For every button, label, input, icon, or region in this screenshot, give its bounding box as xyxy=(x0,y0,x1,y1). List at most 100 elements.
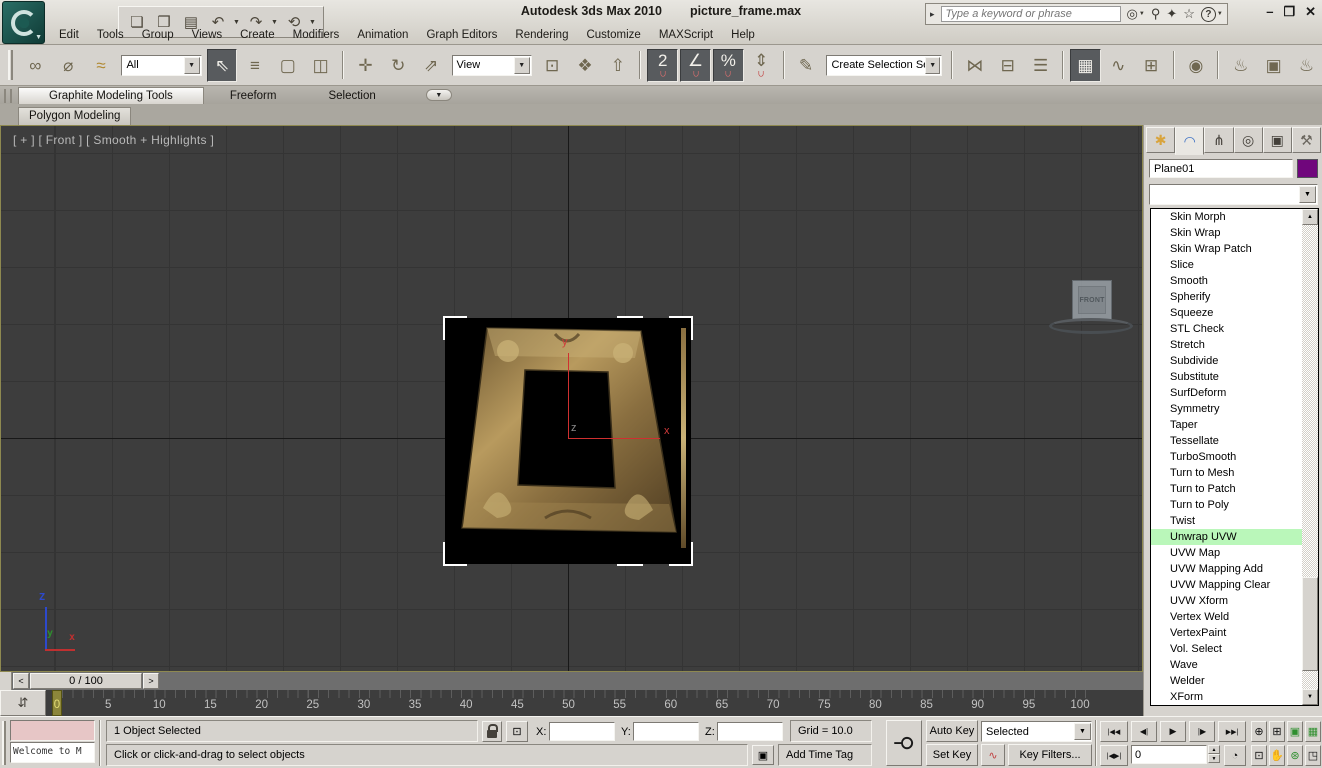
command-panel-tab-hierarchy[interactable]: ⋔ xyxy=(1204,127,1234,153)
unlink-selection-button[interactable]: ⌀ xyxy=(53,49,84,82)
modifier-item[interactable]: UVW Mapping Clear xyxy=(1151,577,1302,593)
select-and-rotate-button[interactable]: ↻ xyxy=(383,49,414,82)
time-configuration-button[interactable]: ◔ xyxy=(1224,745,1246,766)
track-bar[interactable]: 0 5 10 15 20 25 30 35 40 45 50 55 60 65 70 75 80 85 90 95 10… xyxy=(0,690,1143,716)
modifier-list-scrollbar[interactable]: ▲ ▼ xyxy=(1302,209,1318,705)
viewcube[interactable]: FRONT xyxy=(1049,278,1135,340)
macro-recorder-pane[interactable] xyxy=(10,720,95,741)
ribbon-tab-selection[interactable]: Selection xyxy=(302,88,401,104)
go-to-end-button[interactable]: ▶▶| xyxy=(1218,721,1246,742)
zoom-all-button[interactable]: ⊞ xyxy=(1269,721,1285,742)
keyboard-shortcut-override-button[interactable]: ⇧ xyxy=(602,49,633,82)
modifier-item[interactable]: Squeeze xyxy=(1151,305,1302,321)
scroll-down-button[interactable]: ▼ xyxy=(1302,689,1318,705)
modifier-item[interactable]: Turn to Patch xyxy=(1151,481,1302,497)
selection-filter-dropdown[interactable]: All ▼ xyxy=(121,54,202,76)
modifier-item[interactable]: Skin Wrap xyxy=(1151,225,1302,241)
schematic-view-button[interactable]: ⊞ xyxy=(1136,49,1167,82)
next-frame-button[interactable]: |▶ xyxy=(1189,721,1215,742)
rendered-frame-window-button[interactable]: ▣ xyxy=(1258,49,1289,82)
command-panel-tab-utilities[interactable]: ⚒ xyxy=(1291,127,1322,153)
ribbon-grip[interactable] xyxy=(4,89,12,103)
bind-to-space-warp-button[interactable]: ≈ xyxy=(86,49,117,82)
align-button[interactable]: ⊟ xyxy=(992,49,1023,82)
ribbon-minimize-button[interactable]: ▼ xyxy=(425,89,452,101)
select-by-name-button[interactable]: ≡ xyxy=(239,49,270,82)
reference-coordinate-system-dropdown[interactable]: View ▼ xyxy=(451,54,532,76)
zoom-extents-all-button[interactable]: ▦ xyxy=(1305,721,1321,742)
menu-rendering[interactable]: Rendering xyxy=(506,27,577,43)
modifier-item[interactable]: UVW Xform xyxy=(1151,593,1302,609)
object-color-swatch[interactable] xyxy=(1297,159,1318,178)
modifier-item[interactable]: Skin Morph xyxy=(1151,209,1302,225)
modifier-item[interactable]: Welder xyxy=(1151,673,1302,689)
orbit-button[interactable]: ⊛ xyxy=(1287,745,1303,766)
play-button[interactable]: ▶ xyxy=(1160,721,1186,742)
toolbar-grip[interactable] xyxy=(8,50,13,80)
modifier-item[interactable]: VertexPaint xyxy=(1151,625,1302,641)
modifier-item[interactable]: Wave xyxy=(1151,657,1302,673)
menu-modifiers[interactable]: Modifiers xyxy=(284,27,349,43)
curve-editor-button[interactable]: ∿ xyxy=(1103,49,1134,82)
isolate-selection-toggle[interactable]: ▣ xyxy=(752,745,774,765)
percent-snap-toggle-button[interactable]: % ∩ xyxy=(712,48,744,82)
snap-toggle-2d-button[interactable]: 2 ∩ xyxy=(647,48,679,82)
maxscript-mini-listener[interactable]: Welcome to M xyxy=(10,742,95,763)
x-coordinate-field[interactable] xyxy=(549,722,615,741)
modifier-item[interactable]: Substitute xyxy=(1151,369,1302,385)
key-mode-dropdown[interactable]: Selected ▼ xyxy=(981,721,1092,742)
modifier-item[interactable]: XForm xyxy=(1151,689,1302,705)
menu-help[interactable]: Help xyxy=(722,27,764,43)
modifier-item[interactable]: Turn to Mesh xyxy=(1151,465,1302,481)
rectangular-selection-region-button[interactable]: ▢ xyxy=(272,49,303,82)
use-pivot-point-center-button[interactable]: ⊡ xyxy=(537,49,568,82)
modifier-item[interactable]: Symmetry xyxy=(1151,401,1302,417)
angle-snap-toggle-button[interactable]: ∠ ∩ xyxy=(680,48,711,82)
modifier-item[interactable]: Slice xyxy=(1151,257,1302,273)
scroll-up-button[interactable]: ▲ xyxy=(1302,209,1318,225)
help-button[interactable]: ? ▼ xyxy=(1200,6,1223,22)
zoom-extents-button[interactable]: ▣ xyxy=(1287,721,1303,742)
next-frame-arrow[interactable]: > xyxy=(143,673,159,689)
mini-curve-editor-button[interactable]: ⇵ xyxy=(0,690,46,716)
material-editor-button[interactable]: ◉ xyxy=(1181,49,1212,82)
modifier-item[interactable]: Skin Wrap Patch xyxy=(1151,241,1302,257)
window-crossing-toggle-button[interactable]: ◫ xyxy=(305,49,336,82)
communication-center-button[interactable]: ✦ xyxy=(1166,6,1177,22)
minimize-button[interactable]: – xyxy=(1266,4,1273,20)
go-to-start-button[interactable]: |◀◀ xyxy=(1100,721,1128,742)
spinner-down-button[interactable]: ▼ xyxy=(1208,754,1220,763)
tab-polygon-modeling[interactable]: Polygon Modeling xyxy=(18,107,132,125)
modifier-item[interactable]: SurfDeform xyxy=(1151,385,1302,401)
chevron-down-icon[interactable]: ▼ xyxy=(183,56,200,74)
viewcube-front-face[interactable]: FRONT xyxy=(1072,280,1112,320)
modifier-item[interactable]: Subdivide xyxy=(1151,353,1302,369)
pan-button[interactable]: ✋ xyxy=(1269,745,1285,766)
mirror-button[interactable]: ⋈ xyxy=(959,49,990,82)
spinner-up-button[interactable]: ▲ xyxy=(1208,745,1220,754)
infocenter-collapse-icon[interactable]: ▸ xyxy=(930,9,935,20)
subscription-center-button[interactable]: ⚲ xyxy=(1151,6,1161,22)
z-coordinate-field[interactable] xyxy=(717,722,783,741)
render-production-button[interactable]: ♨ xyxy=(1291,49,1322,82)
current-frame-field[interactable] xyxy=(1131,745,1207,764)
spinner-snap-toggle-button[interactable]: ⇕ ∩ xyxy=(746,49,777,82)
restore-button[interactable]: ❐ xyxy=(1283,4,1295,20)
modifier-item[interactable]: UVW Map xyxy=(1151,545,1302,561)
search-button[interactable]: ◎ ▼ xyxy=(1127,6,1145,22)
render-setup-button[interactable]: ♨ xyxy=(1225,49,1256,82)
modifier-item[interactable]: UVW Mapping Add xyxy=(1151,561,1302,577)
select-object-button[interactable]: ⇖ xyxy=(206,48,238,82)
select-and-move-button[interactable]: ✛ xyxy=(350,49,381,82)
chevron-down-icon[interactable]: ▼ xyxy=(925,56,941,74)
key-filters-button[interactable]: Key Filters... xyxy=(1008,744,1092,766)
menu-graph-editors[interactable]: Graph Editors xyxy=(417,27,506,43)
add-time-tag[interactable]: Add Time Tag xyxy=(778,744,872,766)
zoom-button[interactable]: ⊕ xyxy=(1251,721,1267,742)
select-and-link-button[interactable]: ∞ xyxy=(20,49,51,82)
time-slider-display[interactable]: 0 / 100 xyxy=(30,673,142,689)
set-key-button[interactable]: Set Key xyxy=(926,744,978,766)
graphite-modeling-ribbon-button[interactable]: ▦ xyxy=(1070,48,1101,82)
default-tangent-button[interactable]: ∿ xyxy=(981,744,1005,766)
absolute-offset-toggle[interactable]: ⊡ xyxy=(506,721,528,742)
